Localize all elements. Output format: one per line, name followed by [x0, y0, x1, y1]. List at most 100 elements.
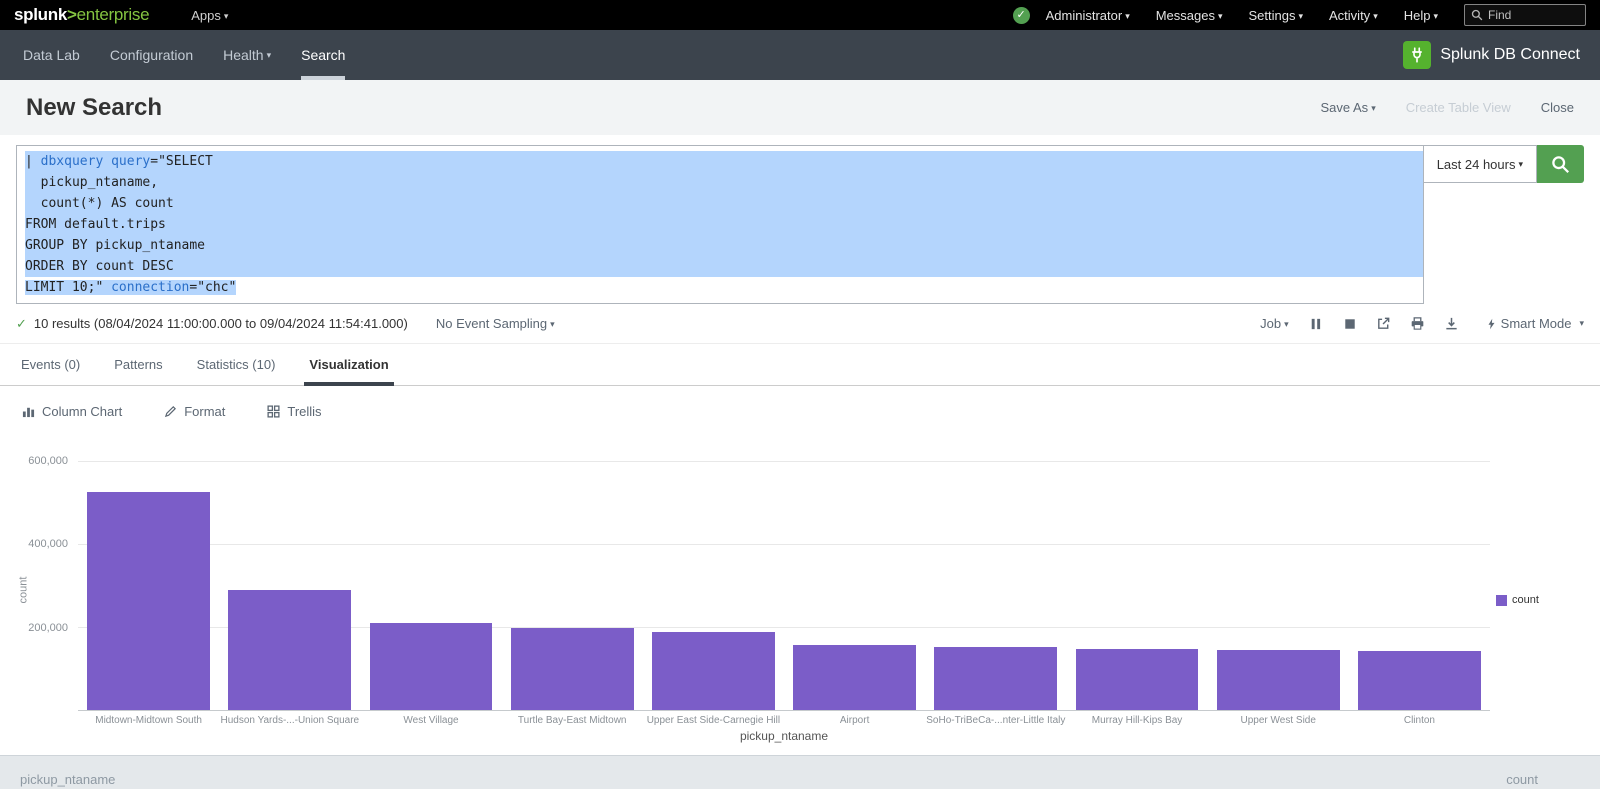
nav-item-data-lab[interactable]: Data Lab	[8, 30, 95, 80]
x-axis-title: pickup_ntaname	[78, 729, 1490, 743]
health-check-icon[interactable]: ✓	[1013, 7, 1030, 24]
search-icon	[1471, 9, 1483, 21]
find-input[interactable]	[1488, 8, 1576, 22]
query-line[interactable]: GROUP BY pickup_ntaname	[25, 235, 1423, 256]
tab-events[interactable]: Events (0)	[16, 344, 85, 385]
bar-column-6	[925, 461, 1066, 710]
chart-bars	[78, 461, 1490, 710]
apps-menu[interactable]: Apps▾	[191, 8, 228, 23]
bar-column-2	[360, 461, 501, 710]
format-button[interactable]: Format	[164, 404, 225, 419]
create-table-view-button[interactable]: Create Table View	[1406, 100, 1511, 115]
results-check-icon: ✓	[16, 316, 27, 332]
apps-menu-label: Apps	[191, 8, 221, 23]
time-range-picker[interactable]: Last 24 hours▾	[1424, 145, 1537, 183]
page-header: New Search Save As▾ Create Table View Cl…	[0, 80, 1600, 135]
format-label: Format	[184, 404, 225, 419]
nav-item-configuration[interactable]: Configuration	[95, 30, 208, 80]
bar-3[interactable]	[511, 628, 634, 710]
y-axis-tick-label: 600,000	[28, 455, 68, 467]
chart-plot-area	[78, 461, 1490, 711]
bar-column-4	[643, 461, 784, 710]
query-line[interactable]: LIMIT 10;" connection="chc"	[25, 277, 1423, 298]
print-button[interactable]	[1401, 312, 1435, 336]
close-label: Close	[1541, 100, 1574, 115]
logo-splunk-text: splunk	[14, 5, 67, 24]
tab-visualization[interactable]: Visualization	[304, 344, 393, 385]
legend-swatch	[1496, 595, 1507, 606]
y-axis-tick-label: 400,000	[28, 538, 68, 550]
query-line[interactable]: pickup_ntaname,	[25, 172, 1423, 193]
lightning-bolt-icon	[1487, 317, 1496, 331]
nav-item-health[interactable]: Health▾	[208, 30, 286, 80]
x-axis-tick-label: Airport	[784, 715, 925, 726]
chart-type-button[interactable]: Column Chart	[22, 404, 122, 419]
bar-4[interactable]	[652, 632, 775, 710]
save-as-label: Save As	[1320, 100, 1368, 115]
job-controls: Job▾ Smart Mode ▾	[1260, 312, 1584, 336]
stop-button[interactable]	[1333, 312, 1367, 336]
job-menu[interactable]: Job▾	[1260, 316, 1289, 331]
bar-column-5	[784, 461, 925, 710]
chevron-down-icon: ▾	[1373, 11, 1378, 21]
bar-7[interactable]	[1076, 649, 1199, 710]
results-summary: 10 results (08/04/2024 11:00:00.000 to 0…	[34, 316, 408, 331]
column-header-pickup-ntaname[interactable]: pickup_ntaname	[20, 772, 115, 787]
bar-5[interactable]	[793, 645, 916, 710]
query-line[interactable]: | dbxquery query="SELECT	[25, 151, 1423, 172]
query-line[interactable]: count(*) AS count	[25, 193, 1423, 214]
splunk-logo[interactable]: splunk>enterprise	[14, 5, 149, 25]
chevron-down-icon: ▾	[1218, 11, 1223, 21]
x-axis-tick-label: Hudson Yards-...-Union Square	[219, 715, 360, 726]
chevron-down-icon: ▾	[1579, 318, 1584, 329]
download-icon	[1444, 316, 1459, 331]
chevron-down-icon: ▾	[1284, 319, 1289, 329]
legend-item-count[interactable]: count	[1496, 594, 1539, 606]
query-line[interactable]: ORDER BY count DESC	[25, 256, 1423, 277]
nav-item-label: Data Lab	[23, 47, 80, 63]
trellis-button[interactable]: Trellis	[267, 404, 321, 419]
nav-item-search[interactable]: Search	[286, 30, 360, 80]
tab-statistics[interactable]: Statistics (10)	[192, 344, 281, 385]
bar-1[interactable]	[228, 590, 351, 710]
bar-2[interactable]	[370, 623, 493, 710]
chevron-down-icon: ▾	[1125, 11, 1130, 21]
share-button[interactable]	[1367, 312, 1401, 336]
activity-menu[interactable]: Activity▾	[1329, 8, 1378, 23]
messages-menu-label: Messages	[1156, 8, 1215, 23]
x-axis-tick-label: Turtle Bay-East Midtown	[502, 715, 643, 726]
x-axis-tick-label: SoHo-TriBeCa-...nter-Little Italy	[925, 715, 1066, 726]
close-button[interactable]: Close	[1541, 100, 1574, 115]
search-query-input[interactable]: | dbxquery query="SELECT pickup_ntaname,…	[16, 145, 1424, 304]
messages-menu[interactable]: Messages▾	[1156, 8, 1223, 23]
pause-button[interactable]	[1299, 312, 1333, 336]
tab-patterns[interactable]: Patterns	[109, 344, 167, 385]
find-search-box[interactable]	[1464, 4, 1586, 26]
event-sampling-dropdown[interactable]: No Event Sampling▾	[436, 316, 555, 331]
bar-9[interactable]	[1358, 651, 1481, 710]
stop-icon	[1344, 318, 1356, 330]
x-axis-tick-label: Clinton	[1349, 715, 1490, 726]
chevron-down-icon: ▾	[1298, 11, 1303, 21]
chevron-down-icon: ▾	[1371, 103, 1376, 113]
bar-column-8	[1208, 461, 1349, 710]
x-axis-tick-label: Upper West Side	[1208, 715, 1349, 726]
chevron-down-icon: ▾	[1518, 159, 1523, 170]
settings-menu[interactable]: Settings▾	[1249, 8, 1304, 23]
query-line[interactable]: FROM default.trips	[25, 214, 1423, 235]
tab-label: Statistics (10)	[197, 357, 276, 372]
chevron-down-icon: ▾	[224, 11, 229, 21]
chevron-down-icon: ▾	[267, 50, 272, 61]
save-as-button[interactable]: Save As▾	[1320, 100, 1375, 115]
column-header-count[interactable]: count	[1506, 772, 1538, 787]
administrator-menu[interactable]: Administrator▾	[1046, 8, 1130, 23]
search-mode-dropdown[interactable]: Smart Mode ▾	[1487, 316, 1584, 331]
run-search-button[interactable]	[1537, 145, 1584, 183]
bar-0[interactable]	[87, 492, 210, 710]
app-identity[interactable]: Splunk DB Connect	[1403, 30, 1592, 80]
bar-6[interactable]	[934, 647, 1057, 710]
export-download-button[interactable]	[1435, 312, 1469, 336]
help-menu[interactable]: Help▾	[1404, 8, 1438, 23]
search-mode-label: Smart Mode	[1501, 316, 1572, 331]
bar-8[interactable]	[1217, 650, 1340, 710]
